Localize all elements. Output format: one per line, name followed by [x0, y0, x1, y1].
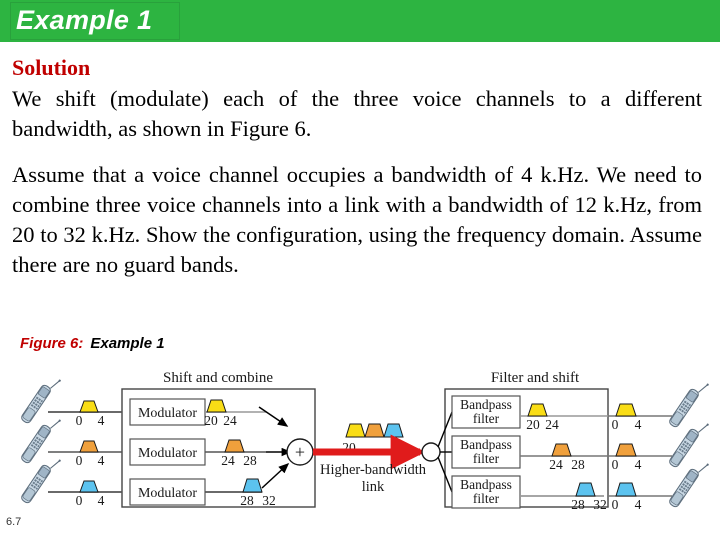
splitter-node [421, 442, 441, 462]
ch2-out-low: 0 [612, 457, 619, 472]
ch3-out-high: 4 [635, 497, 642, 512]
modulator-2-label: Modulator [138, 446, 197, 461]
combined-spectrum [345, 423, 404, 438]
ch1-filt-high: 24 [545, 417, 559, 432]
ch3-input-low: 0 [76, 493, 83, 508]
ch1-input-high: 4 [98, 413, 105, 428]
adder-symbol: + [295, 442, 305, 462]
bandpass-3-line2: filter [473, 491, 500, 506]
figure-caption-number: Figure 6: [20, 335, 84, 352]
phone-output-1 [667, 376, 710, 431]
ch2-filt-high: 28 [571, 457, 585, 472]
modulator-1-label: Modulator [138, 406, 197, 421]
slide-page: Example 1 Solution We shift (modulate) e… [0, 0, 720, 540]
link-label-line1: Higher-bandwidth [320, 462, 427, 478]
ch2-input-low: 0 [76, 453, 83, 468]
ch1-out-low: 0 [612, 417, 619, 432]
link-label-line2: link [362, 479, 385, 495]
solution-paragraph-2: Assume that a voice channel occupies a b… [12, 162, 702, 277]
ch1-mod-low: 20 [204, 413, 218, 428]
solution-paragraph-1: We shift (modulate) each of the three vo… [12, 86, 702, 141]
figure-caption-title: Example 1 [90, 335, 165, 352]
ch1-input-low: 0 [76, 413, 83, 428]
right-block-label: Filter and shift [491, 370, 580, 386]
bandpass-2-line2: filter [473, 451, 500, 466]
ch2-out-high: 4 [635, 457, 642, 472]
ch2-filt-low: 24 [549, 457, 563, 472]
ch3-out-low: 0 [612, 497, 619, 512]
bandpass-1-line1: Bandpass [460, 397, 512, 412]
phone-input-1 [19, 372, 62, 427]
bandpass-3-line1: Bandpass [460, 477, 512, 492]
ch2-mod-high: 28 [243, 453, 257, 468]
ch3-input-high: 4 [98, 493, 105, 508]
page-number: 6.7 [6, 516, 22, 528]
bandpass-1-line2: filter [473, 411, 500, 426]
figure-diagram: Shift and combine Filter and shift 0 4 M… [0, 360, 720, 515]
ch2-input-high: 4 [98, 453, 105, 468]
ch1-filt-low: 20 [526, 417, 540, 432]
solution-heading: Solution [12, 55, 91, 80]
ch2-mod-low: 24 [221, 453, 235, 468]
ch3-filt-high: 32 [593, 497, 607, 512]
slide-title-band: Example 1 [0, 0, 720, 42]
figure-caption: Figure 6: Example 1 [20, 335, 165, 352]
modulator-3-label: Modulator [138, 486, 197, 501]
ch3-mod-high: 32 [262, 493, 276, 508]
ch3-filt-low: 28 [571, 497, 585, 512]
page-title: Example 1 [16, 5, 153, 35]
ch3-mod-low: 28 [240, 493, 254, 508]
left-block-label: Shift and combine [163, 370, 273, 386]
ch1-mod-high: 24 [223, 413, 237, 428]
bandpass-2-line1: Bandpass [460, 437, 512, 452]
ch1-out-high: 4 [635, 417, 642, 432]
